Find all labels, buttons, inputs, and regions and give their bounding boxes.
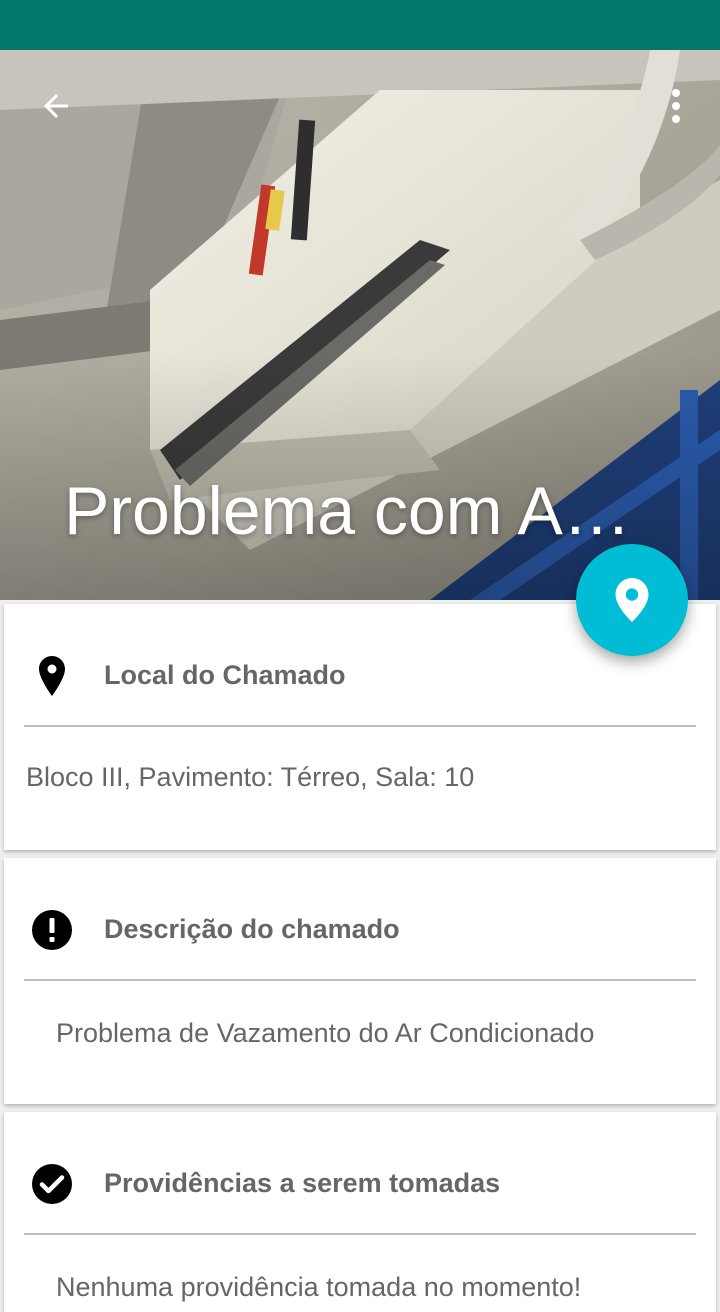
location-card-heading: Local do Chamado	[104, 660, 346, 690]
back-button[interactable]	[24, 74, 88, 138]
more-vert-icon	[672, 89, 680, 123]
location-pin-icon	[39, 656, 65, 696]
alert-circle-icon	[32, 910, 72, 950]
location-card-body: Bloco III, Pavimento: Térreo, Sala: 10	[26, 762, 475, 792]
actions-card-heading: Providências a serem tomadas	[104, 1168, 501, 1198]
overflow-menu-button[interactable]	[648, 76, 704, 136]
page-title: Problema com Ar Condicionado	[64, 473, 644, 549]
arrow-back-icon	[44, 94, 68, 118]
actions-card-body: Nenhuma providência tomada no momento!	[56, 1272, 582, 1302]
description-card-body: Problema de Vazamento do Ar Condicionado	[56, 1018, 595, 1048]
location-pin-icon	[615, 578, 649, 622]
check-circle-icon	[32, 1164, 72, 1204]
divider	[24, 979, 696, 981]
status-bar	[0, 0, 720, 50]
divider	[24, 725, 696, 727]
actions-card: Providências a serem tomadas Nenhuma pro…	[4, 1112, 716, 1312]
description-card-heading: Descrição do chamado	[104, 914, 400, 944]
description-card: Descrição do chamado Problema de Vazamen…	[4, 858, 716, 1104]
location-fab-button[interactable]	[576, 544, 688, 656]
header-image: Problema com Ar Condicionado	[0, 50, 720, 600]
divider	[24, 1233, 696, 1235]
